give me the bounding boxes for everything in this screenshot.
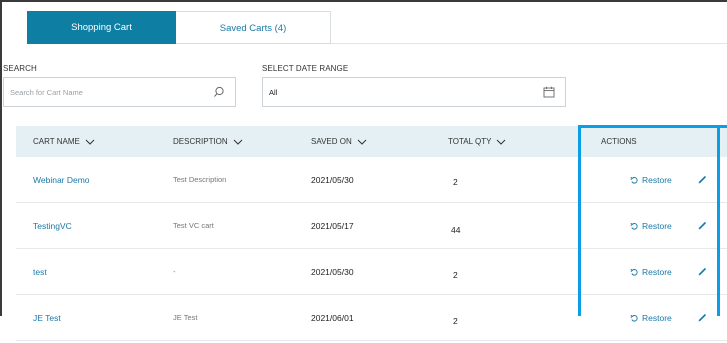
table-row: Webinar Demo Test Description 2021/05/30… bbox=[16, 157, 727, 203]
cart-name-link[interactable]: JE Test bbox=[33, 295, 61, 340]
cart-saved-on: 2021/05/17 bbox=[311, 220, 354, 231]
tab-divider bbox=[331, 43, 727, 44]
cart-saved-on: 2021/05/30 bbox=[311, 266, 354, 277]
cart-saved-on: 2021/06/01 bbox=[311, 312, 354, 323]
restore-label: Restore bbox=[642, 220, 672, 231]
table-header: CART NAME DESCRIPTION SAVED ON TOTAL QTY… bbox=[16, 126, 727, 157]
column-header-description[interactable]: DESCRIPTION bbox=[173, 126, 243, 157]
column-label: SAVED ON bbox=[311, 137, 352, 146]
date-range-value: All bbox=[269, 87, 278, 97]
cart-total-qty: 2 bbox=[453, 315, 458, 326]
restore-button[interactable]: Restore bbox=[630, 249, 672, 294]
cart-description: JE Test bbox=[173, 313, 198, 322]
table-row: TestingVC Test VC cart 2021/05/17 44 Res… bbox=[16, 203, 727, 249]
actions-highlight-box-right bbox=[717, 125, 720, 316]
cart-description: Test Description bbox=[173, 175, 227, 184]
saved-carts-table: CART NAME DESCRIPTION SAVED ON TOTAL QTY… bbox=[16, 126, 727, 341]
chevron-down-icon bbox=[496, 139, 506, 145]
column-label: TOTAL QTY bbox=[448, 137, 492, 146]
date-range-select[interactable]: All bbox=[262, 77, 566, 107]
table-row: JE Test JE Test 2021/06/01 2 Restore bbox=[16, 295, 727, 341]
column-header-total-qty[interactable]: TOTAL QTY bbox=[448, 126, 506, 157]
restore-icon bbox=[630, 268, 638, 276]
tab-saved-carts[interactable]: Saved Carts (4) bbox=[176, 11, 331, 44]
restore-label: Restore bbox=[642, 174, 672, 185]
chevron-down-icon bbox=[233, 139, 243, 145]
cart-total-qty: 44 bbox=[451, 224, 461, 235]
cart-name-link[interactable]: Webinar Demo bbox=[33, 157, 90, 202]
chevron-down-icon bbox=[85, 139, 95, 145]
column-label: DESCRIPTION bbox=[173, 137, 228, 146]
tab-shopping-cart[interactable]: Shopping Cart bbox=[27, 11, 176, 44]
restore-button[interactable]: Restore bbox=[630, 295, 672, 340]
restore-icon bbox=[630, 176, 638, 184]
column-header-saved-on[interactable]: SAVED ON bbox=[311, 126, 367, 157]
search-icon[interactable] bbox=[211, 84, 227, 100]
chevron-down-icon bbox=[357, 139, 367, 145]
column-header-cart-name[interactable]: CART NAME bbox=[33, 126, 95, 157]
restore-label: Restore bbox=[642, 312, 672, 323]
cart-name-link[interactable]: test bbox=[33, 249, 47, 294]
edit-icon[interactable] bbox=[698, 295, 707, 340]
edit-icon[interactable] bbox=[698, 249, 707, 294]
cart-name-link[interactable]: TestingVC bbox=[33, 203, 72, 248]
cart-description: Test VC cart bbox=[173, 221, 214, 230]
edit-icon[interactable] bbox=[698, 157, 707, 202]
restore-button[interactable]: Restore bbox=[630, 203, 672, 248]
restore-button[interactable]: Restore bbox=[630, 157, 672, 202]
restore-icon bbox=[630, 314, 638, 322]
column-header-actions: ACTIONS bbox=[601, 126, 637, 157]
search-label: SEARCH bbox=[3, 64, 37, 73]
window-top-border bbox=[0, 0, 727, 2]
window-left-border bbox=[0, 0, 2, 316]
date-range-label: SELECT DATE RANGE bbox=[262, 64, 349, 73]
edit-icon[interactable] bbox=[698, 203, 707, 248]
search-field[interactable]: Search for Cart Name bbox=[3, 77, 236, 107]
column-label: ACTIONS bbox=[601, 137, 637, 146]
calendar-icon[interactable] bbox=[541, 84, 557, 100]
cart-total-qty: 2 bbox=[453, 269, 458, 280]
cart-saved-on: 2021/05/30 bbox=[311, 174, 354, 185]
table-row: test - 2021/05/30 2 Restore bbox=[16, 249, 727, 295]
restore-icon bbox=[630, 222, 638, 230]
cart-total-qty: 2 bbox=[453, 176, 458, 187]
cart-description: - bbox=[173, 267, 176, 276]
search-input[interactable]: Search for Cart Name bbox=[4, 88, 211, 97]
restore-label: Restore bbox=[642, 266, 672, 277]
cart-tabs: Shopping Cart Saved Carts (4) bbox=[27, 11, 331, 44]
column-label: CART NAME bbox=[33, 137, 80, 146]
